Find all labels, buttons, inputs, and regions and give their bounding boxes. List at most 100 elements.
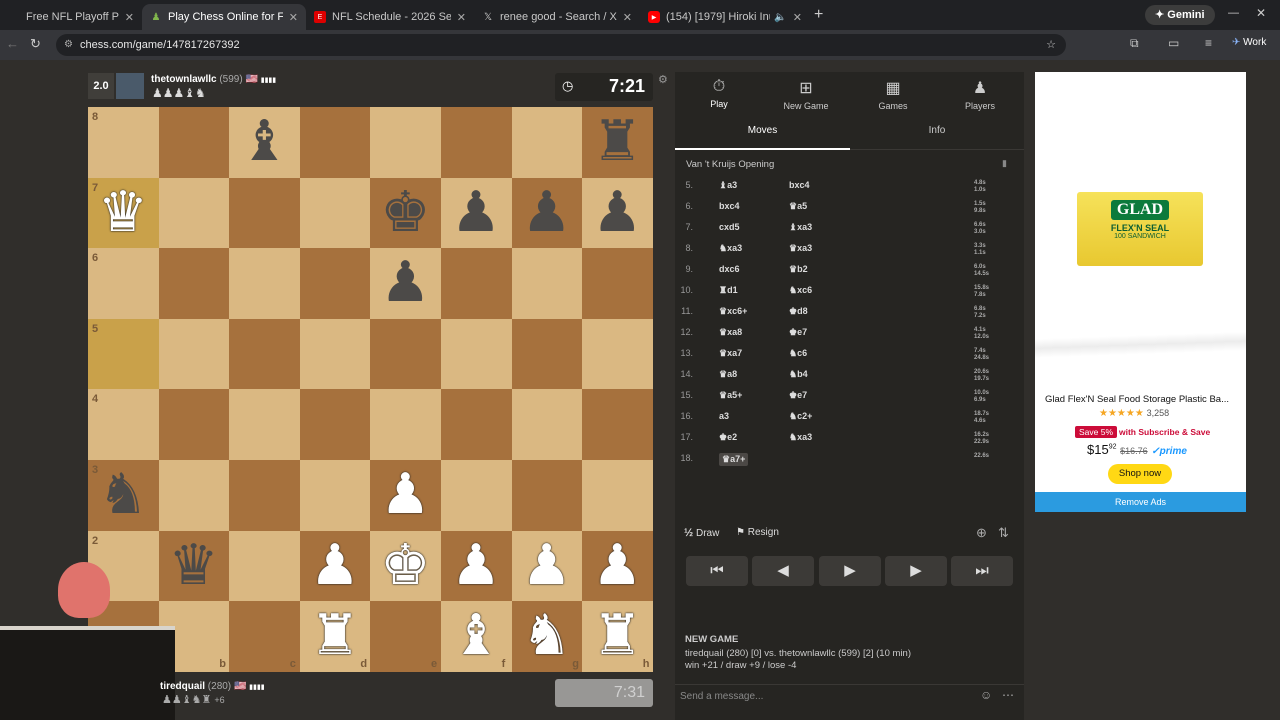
white-piece-g1[interactable]: ♞	[512, 601, 582, 671]
square-d4[interactable]	[299, 389, 371, 460]
ad-title[interactable]: Glad Flex'N Seal Food Storage Plastic Ba…	[1045, 394, 1229, 405]
square-f3[interactable]	[441, 460, 512, 531]
white-piece-e3[interactable]: ♟	[370, 460, 440, 530]
white-piece-d1[interactable]: ♜	[300, 601, 370, 671]
square-c2[interactable]	[229, 530, 300, 602]
nav-play[interactable]: ⏱ Play	[675, 78, 763, 109]
black-move[interactable]: ♞xa3	[789, 432, 812, 443]
next-move-button[interactable]: ▶	[885, 556, 947, 586]
reload-icon[interactable]: ↻	[30, 36, 41, 52]
square-b6[interactable]	[158, 248, 230, 319]
speaker-icon[interactable]: 🔈	[774, 12, 786, 23]
square-h3[interactable]	[582, 460, 653, 531]
square-a5[interactable]	[88, 318, 159, 390]
white-move[interactable]: ♛xa8	[719, 327, 742, 338]
white-move[interactable]: dxc6	[719, 264, 740, 274]
square-b3[interactable]	[158, 460, 230, 531]
white-piece-d2[interactable]: ♟	[300, 531, 370, 601]
black-piece-f7[interactable]: ♟	[441, 178, 511, 248]
url-input[interactable]: ⚙ chess.com/game/147817267392 ☆	[56, 34, 1066, 56]
browser-tab-nfl-schedule[interactable]: ENFL Schedule - 2026 Season - E✕	[306, 4, 474, 30]
square-d3[interactable]	[299, 460, 371, 531]
square-h5[interactable]	[582, 318, 653, 390]
chat-input[interactable]: Send a message...	[675, 684, 1024, 708]
play-button[interactable]: ▶	[819, 556, 881, 586]
last-move-button[interactable]: ⏭	[951, 556, 1013, 586]
white-move[interactable]: ♞xa3	[719, 243, 742, 254]
close-tab-icon[interactable]: ✕	[793, 11, 802, 24]
square-c3[interactable]	[229, 460, 300, 531]
white-move[interactable]: cxd5	[719, 222, 740, 232]
square-c5[interactable]	[229, 318, 300, 390]
square-f6[interactable]	[441, 248, 512, 319]
black-piece-h8[interactable]: ♜	[582, 107, 652, 177]
profile-button[interactable]: ✈ Work	[1232, 37, 1266, 48]
menu-icon[interactable]: ≡	[1205, 36, 1212, 50]
browser-tab-youtube[interactable]: ▶(154) [1979] Hiroki Inui & Ta🔈✕	[640, 4, 810, 30]
tab-search-icon[interactable]: ▭	[1168, 36, 1179, 50]
white-move[interactable]: ♝a3	[719, 180, 737, 191]
square-c7[interactable]	[229, 177, 300, 249]
shop-now-button[interactable]: Shop now	[1108, 464, 1172, 484]
site-info-icon[interactable]: ⚙	[64, 34, 73, 56]
square-f5[interactable]	[441, 318, 512, 390]
white-piece-h2[interactable]: ♟	[582, 531, 652, 601]
square-f4[interactable]	[441, 389, 512, 460]
browser-tab-x-search[interactable]: 𝕏renee good - Search / X ✕	[474, 4, 640, 30]
white-piece-e2[interactable]: ♚	[370, 531, 440, 601]
square-e5[interactable]	[370, 318, 441, 390]
square-h6[interactable]	[582, 248, 653, 319]
black-move[interactable]: ♛xa3	[789, 243, 812, 254]
square-b4[interactable]	[158, 389, 230, 460]
black-move[interactable]: ♚d8	[789, 306, 808, 317]
new-tab-button[interactable]: +	[814, 6, 823, 24]
square-e8[interactable]	[370, 107, 441, 178]
white-move[interactable]: a3	[719, 411, 729, 421]
black-piece-e6[interactable]: ♟	[370, 248, 440, 318]
white-piece-h1[interactable]: ♜	[582, 601, 652, 671]
square-a4[interactable]	[88, 389, 159, 460]
white-move[interactable]: ♜d1	[719, 285, 738, 296]
first-move-button[interactable]: ⏮	[686, 556, 748, 586]
flip-board-icon[interactable]: ⇅	[998, 525, 1009, 541]
white-piece-a7[interactable]: ♛	[88, 178, 158, 248]
square-b8[interactable]	[158, 107, 230, 178]
black-piece-b2[interactable]: ♛	[159, 531, 229, 601]
close-tab-icon[interactable]: ✕	[623, 11, 632, 24]
top-player-name[interactable]: thetownlawllc (599) 🇺🇸 ▮▮▮▮	[151, 74, 276, 85]
black-move[interactable]: ♝xa3	[789, 222, 812, 233]
black-piece-g7[interactable]: ♟	[512, 178, 582, 248]
square-d8[interactable]	[299, 107, 371, 178]
square-g4[interactable]	[511, 389, 583, 460]
black-piece-c8[interactable]: ♝	[229, 107, 299, 177]
square-a6[interactable]	[88, 248, 159, 319]
square-f8[interactable]	[441, 107, 512, 178]
white-move[interactable]: ♛a8	[719, 369, 737, 380]
white-move[interactable]: ♚e2	[719, 432, 737, 443]
white-move[interactable]: ♛a7+	[719, 453, 749, 466]
square-d6[interactable]	[299, 248, 371, 319]
black-piece-a3[interactable]: ♞	[88, 460, 158, 530]
remove-ads-button[interactable]: Remove Ads	[1035, 492, 1246, 512]
square-a8[interactable]	[88, 107, 159, 178]
nav-players[interactable]: ♟ Players	[936, 78, 1024, 111]
black-move[interactable]: ♛b2	[789, 264, 808, 275]
square-g3[interactable]	[511, 460, 583, 531]
square-g5[interactable]	[511, 318, 583, 390]
white-piece-g2[interactable]: ♟	[512, 531, 582, 601]
close-tab-icon[interactable]: ✕	[125, 11, 134, 24]
draw-button[interactable]: ½ Draw	[684, 527, 719, 539]
extensions-icon[interactable]: ⧉	[1130, 36, 1139, 51]
white-move[interactable]: ♛xa7	[719, 348, 742, 359]
opening-book-icon[interactable]: ▮	[1002, 158, 1007, 169]
close-tab-icon[interactable]: ✕	[457, 11, 466, 24]
close-tab-icon[interactable]: ✕	[289, 11, 298, 24]
white-piece-f2[interactable]: ♟	[441, 531, 511, 601]
nav-games[interactable]: ▦ Games	[849, 78, 937, 111]
ad-product-image[interactable]: GLAD FLEX'N SEAL 100 SANDWICH	[1077, 192, 1203, 266]
nav-new-game[interactable]: ⊞ New Game	[762, 78, 850, 111]
back-icon[interactable]: ←	[6, 36, 19, 51]
white-move[interactable]: ♛a5+	[719, 390, 742, 401]
black-piece-h7[interactable]: ♟	[582, 178, 652, 248]
square-g6[interactable]	[511, 248, 583, 319]
